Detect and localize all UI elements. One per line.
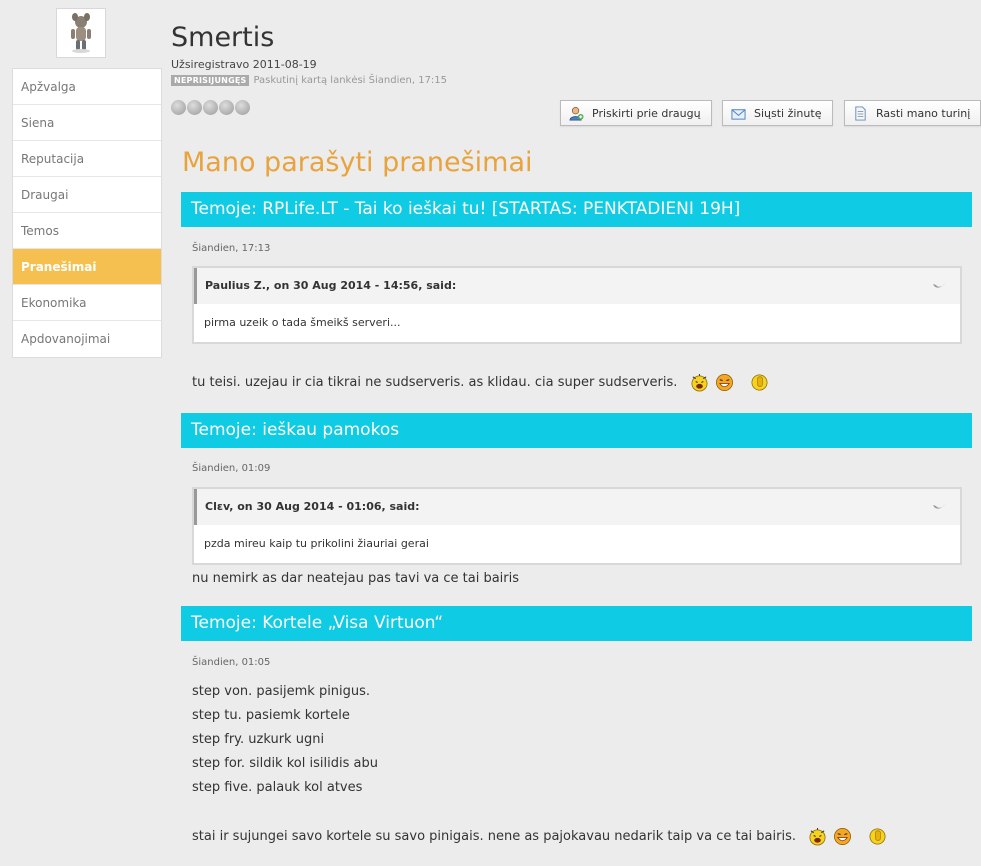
avatar-image [71,13,91,53]
rating-stars[interactable] [171,100,251,115]
post-topic-link[interactable]: Temoje: ieškau pamokos [181,413,972,448]
laughing-emoji-icon [691,373,708,392]
sidebar-item-apdovanojimai[interactable]: Apdovanojimai [13,321,161,357]
sidebar-item-ekonomika[interactable]: Ekonomika [13,285,161,321]
document-icon [855,105,866,121]
star-icon[interactable] [203,100,218,115]
post-line: step fry. uzkurk ugni [192,732,325,747]
find-content-label: Rasti mano turinį [876,106,971,120]
star-icon[interactable] [187,100,202,115]
add-friend-label: Priskirti prie draugų [592,106,701,120]
post-line: step five. palauk kol atves [192,780,363,795]
last-visit-text: Paskutinį kartą lankėsi Šiandien, 17:15 [253,75,448,86]
sidebar-item-siena[interactable]: Siena [13,105,161,141]
post-line: step tu. pasiemk kortele [192,708,350,723]
quote-block: Paulius Z., on 30 Aug 2014 - 14:56, said… [192,266,962,344]
laughing-emoji-icon [809,827,826,846]
post-text: tu teisi. uzejau ir cia tikrai ne sudser… [192,375,678,390]
send-message-label: Siųsti žinutę [754,106,822,120]
find-content-button[interactable]: Rasti mano turinį [844,100,981,126]
quote-block: Clεv, on 30 Aug 2014 - 01:06, said: pzda… [192,487,962,565]
profile-username: Smertis [171,22,275,53]
star-icon[interactable] [171,100,186,115]
grinning-emoji-icon [715,374,733,391]
quote-header: Clεv, on 30 Aug 2014 - 01:06, said: [194,489,960,525]
sidebar-item-temos[interactable]: Temos [13,213,161,249]
post-text: stai ir sujungei savo kortele su savo pi… [192,829,796,844]
grinning-emoji-icon [834,828,852,845]
face-palm-emoji-icon [751,374,768,391]
star-icon[interactable] [235,100,250,115]
add-friend-icon [569,106,584,120]
profile-page: Apžvalga Siena Reputacija Draugai Temos … [0,0,981,866]
add-friend-button[interactable]: Priskirti prie draugų [560,100,712,126]
post-body: tu teisi. uzejau ir cia tikrai ne sudser… [192,373,769,392]
profile-sidebar: Apžvalga Siena Reputacija Draugai Temos … [12,68,162,358]
view-quote-icon[interactable] [932,503,946,511]
sidebar-item-draugai[interactable]: Draugai [13,177,161,213]
star-icon[interactable] [219,100,234,115]
post-line: step von. pasijemk pinigus. [192,684,371,699]
post-date: Šiandien, 17:13 [192,243,271,254]
post-line: step for. sildik kol isilidis abu [192,756,378,771]
sidebar-item-pranesimai[interactable]: Pranešimai [13,249,161,285]
send-message-button[interactable]: Siųsti žinutę [722,100,833,126]
post-date: Šiandien, 01:09 [192,463,271,474]
status-row: NEPRISIJUNGĘS Paskutinį kartą lankėsi Ši… [171,75,447,86]
registration-date: Užsiregistravo 2011-08-19 [171,58,317,71]
view-quote-icon[interactable] [932,282,946,290]
quote-author: Paulius Z., on 30 Aug 2014 - 14:56, said… [205,279,457,292]
section-title: Mano parašyti pranešimai [182,147,533,178]
post-text: nu nemirk as dar neatejau pas tavi va ce… [192,571,520,586]
post-topic-link[interactable]: Temoje: RPLife.LT - Tai ko ieškai tu! [S… [181,192,972,227]
post-date: Šiandien, 01:05 [192,657,271,668]
sidebar-item-reputacija[interactable]: Reputacija [13,141,161,177]
post-topic-link[interactable]: Temoje: Kortele „Visa Virtuon“ [181,606,972,641]
post-body: stai ir sujungei savo kortele su savo pi… [192,827,887,846]
status-badge: NEPRISIJUNGĘS [171,75,250,86]
face-palm-emoji-icon [869,828,886,845]
envelope-icon [731,108,746,120]
avatar[interactable] [56,8,106,58]
quote-text: pirma uzeik o tada šmeikš serveri... [204,316,401,329]
quote-header: Paulius Z., on 30 Aug 2014 - 14:56, said… [194,268,960,304]
quote-text: pzda mireu kaip tu prikolini žiauriai ge… [204,537,429,550]
quote-author: Clεv, on 30 Aug 2014 - 01:06, said: [205,500,420,513]
post-lines: step von. pasijemk pinigus. step tu. pas… [192,680,378,800]
sidebar-item-apzvalga[interactable]: Apžvalga [13,69,161,105]
